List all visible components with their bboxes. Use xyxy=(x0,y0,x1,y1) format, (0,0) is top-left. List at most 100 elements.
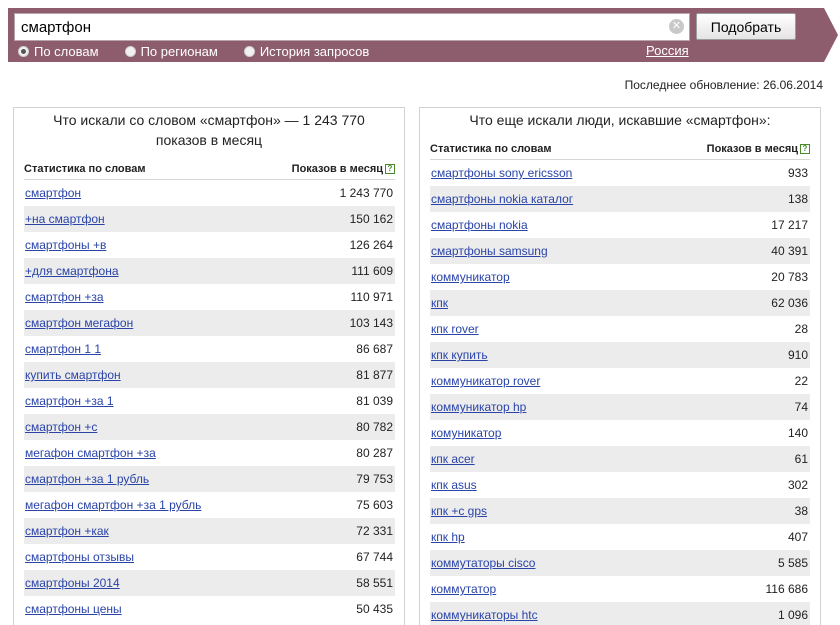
table-row: смартфоны nokia каталог 138 xyxy=(430,186,810,212)
impressions-count: 1 243 770 xyxy=(339,186,393,200)
impressions-count: 40 391 xyxy=(771,244,808,258)
table-row: смартфоны +в 126 264 xyxy=(24,232,395,258)
impressions-count: 933 xyxy=(787,166,808,180)
submit-button[interactable]: Подобрать xyxy=(696,13,796,40)
table-row: смартфон +с 80 782 xyxy=(24,414,395,440)
phrase-link[interactable]: кпк купить xyxy=(431,348,488,362)
phrase-link[interactable]: кпк xyxy=(431,296,448,310)
phrase-link[interactable]: смартфоны nokia каталог xyxy=(431,192,573,206)
table-row: смартфоны цены 50 435 xyxy=(24,596,395,622)
phrase-link[interactable]: комуникатор xyxy=(431,426,501,440)
impressions-count: 80 287 xyxy=(356,446,393,460)
impressions-count: 103 143 xyxy=(349,316,393,330)
impressions-count: 58 551 xyxy=(356,576,393,590)
phrase-link[interactable]: смартфон 1 1 xyxy=(25,342,101,356)
impressions-count: 81 877 xyxy=(356,368,393,382)
left-panel: Что искали со словом «смартфон» — 1 243 … xyxy=(13,107,405,625)
radio-icon[interactable] xyxy=(124,45,136,57)
radio-icon[interactable] xyxy=(18,45,29,57)
table-row: смартфон +как 72 331 xyxy=(24,518,395,544)
phrase-link[interactable]: смартфоны цены xyxy=(25,602,122,616)
phrase-link[interactable]: кпк hp xyxy=(431,530,465,544)
impressions-count: 17 217 xyxy=(771,218,808,232)
help-icon[interactable]: ? xyxy=(800,143,810,154)
impressions-count: 75 603 xyxy=(356,498,393,512)
phrase-link[interactable]: смартфоны sony ericsson xyxy=(431,166,572,180)
phrase-link[interactable]: мегафон смартфон +за 1 рубль xyxy=(25,498,201,512)
phrase-link[interactable]: коммутатор xyxy=(431,582,496,596)
phrase-link[interactable]: смартфоны +в xyxy=(25,238,106,252)
table-row: смартфон 1 243 770 xyxy=(24,180,395,206)
column-count-label: Показов в месяц xyxy=(291,162,383,175)
radio-label[interactable]: По регионам xyxy=(141,44,218,59)
impressions-count: 910 xyxy=(787,348,808,362)
phrase-link[interactable]: коммуникатор rover xyxy=(431,374,540,388)
search-mode-group: По словам По регионам История запросов xyxy=(18,43,395,59)
phrase-link[interactable]: +для смартфона xyxy=(25,264,119,278)
impressions-count: 74 xyxy=(794,400,808,414)
impressions-count: 61 xyxy=(794,452,808,466)
phrase-link[interactable]: коммуникатор hp xyxy=(431,400,526,414)
table-row: кпк hp 407 xyxy=(430,524,810,550)
phrase-link[interactable]: кпк asus xyxy=(431,478,477,492)
phrase-link[interactable]: смартфон xyxy=(25,186,81,200)
left-table-header: Статистика по словам Показов в месяц? xyxy=(24,160,395,180)
phrase-link[interactable]: смартфоны 2014 xyxy=(25,576,120,590)
table-row: мегафон смартфон +за 80 287 xyxy=(24,440,395,466)
table-row: мегафон смартфон +за 1 рубль 75 603 xyxy=(24,492,395,518)
column-count-label: Показов в месяц xyxy=(706,142,798,155)
phrase-link[interactable]: смартфоны samsung xyxy=(431,244,548,258)
search-bar-arrow xyxy=(824,8,838,62)
radio-label[interactable]: История запросов xyxy=(260,44,370,59)
help-icon[interactable]: ? xyxy=(385,163,395,174)
table-row: +на смартфон 150 162 xyxy=(24,206,395,232)
table-row: коммуникаторы htc 1 096 xyxy=(430,602,810,625)
right-panel: Что еще искали люди, искавшие «смартфон»… xyxy=(419,107,821,625)
phrase-link[interactable]: +на смартфон xyxy=(25,212,105,226)
radio-query-history[interactable]: История запросов xyxy=(243,43,370,59)
impressions-count: 302 xyxy=(787,478,808,492)
radio-label[interactable]: По словам xyxy=(34,44,99,59)
search-input[interactable] xyxy=(14,13,690,41)
impressions-count: 62 036 xyxy=(771,296,808,310)
table-row: коммутаторы cisco 5 585 xyxy=(430,550,810,576)
phrase-link[interactable]: кпк rover xyxy=(431,322,479,336)
impressions-count: 67 744 xyxy=(356,550,393,564)
phrase-link[interactable]: смартфон +с xyxy=(25,420,97,434)
impressions-count: 22 xyxy=(794,374,808,388)
radio-by-regions[interactable]: По регионам xyxy=(124,43,218,59)
phrase-link[interactable]: коммуникатор xyxy=(431,270,510,284)
phrase-link[interactable]: смартфоны nokia xyxy=(431,218,528,232)
phrase-link[interactable]: коммутаторы cisco xyxy=(431,556,535,570)
table-row: коммуникатор rover 22 xyxy=(430,368,810,394)
table-row: коммуникатор 20 783 xyxy=(430,264,810,290)
phrase-link[interactable]: кпк acer xyxy=(431,452,475,466)
phrase-link[interactable]: мегафон смартфон +за xyxy=(25,446,156,460)
phrase-link[interactable]: смартфон +как xyxy=(25,524,109,538)
phrase-link[interactable]: смартфон мегафон xyxy=(25,316,133,330)
radio-icon[interactable] xyxy=(243,45,255,57)
table-row: купить смартфон 81 877 xyxy=(24,362,395,388)
clear-icon[interactable]: ✕ xyxy=(669,19,684,34)
impressions-count: 50 435 xyxy=(356,602,393,616)
impressions-count: 407 xyxy=(787,530,808,544)
phrase-link[interactable]: смартфоны отзывы xyxy=(25,550,134,564)
phrase-link[interactable]: кпк +с gps xyxy=(431,504,487,518)
column-count-header: Показов в месяц? xyxy=(292,163,395,175)
phrase-link[interactable]: купить смартфон xyxy=(25,368,121,382)
impressions-count: 150 162 xyxy=(349,212,393,226)
impressions-count: 116 686 xyxy=(765,582,809,596)
column-phrase-header: Статистика по словам xyxy=(430,142,552,155)
phrase-link[interactable]: смартфон +за 1 рубль xyxy=(25,472,149,486)
impressions-count: 79 753 xyxy=(356,472,393,486)
radio-by-words[interactable]: По словам xyxy=(18,43,99,59)
table-row: кпк rover 28 xyxy=(430,316,810,342)
table-row: смартфон +за 1 81 039 xyxy=(24,388,395,414)
region-link[interactable]: Россия xyxy=(646,43,689,58)
phrase-link[interactable]: смартфон +за xyxy=(25,290,104,304)
column-phrase-header: Статистика по словам xyxy=(24,162,146,175)
table-row: кпк asus 302 xyxy=(430,472,810,498)
table-row: смартфон +за 1 рубль 79 753 xyxy=(24,466,395,492)
phrase-link[interactable]: коммуникаторы htc xyxy=(431,608,538,622)
phrase-link[interactable]: смартфон +за 1 xyxy=(25,394,114,408)
